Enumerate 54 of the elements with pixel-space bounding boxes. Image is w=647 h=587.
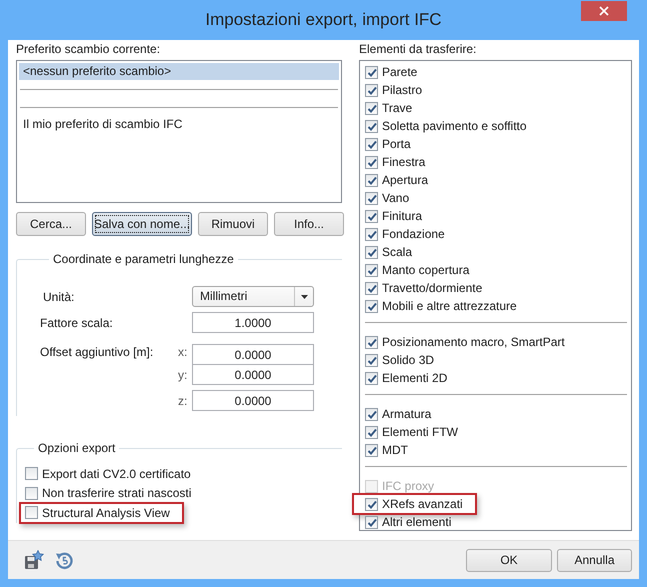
checkbox[interactable]: Armatura bbox=[365, 407, 432, 421]
field-label: Fattore scala: bbox=[40, 316, 114, 330]
list-label: Elementi da trasferire: bbox=[359, 41, 478, 57]
checkbox[interactable]: Solido 3D bbox=[365, 353, 434, 367]
group-title: Coordinate e parametri lunghezze bbox=[52, 251, 235, 267]
action-button[interactable]: Info... bbox=[274, 212, 344, 236]
checkbox[interactable]: Mobili e altre attrezzature bbox=[365, 299, 517, 313]
checkbox[interactable]: Finestra bbox=[365, 155, 426, 169]
checkbox[interactable]: Apertura bbox=[365, 173, 428, 187]
input-field[interactable]: 1.0000 bbox=[192, 312, 314, 333]
circular-arrow-icon[interactable] bbox=[54, 550, 74, 570]
checkbox[interactable]: Travetto/dormiente bbox=[365, 281, 482, 295]
checkbox[interactable]: MDT bbox=[365, 443, 408, 457]
checkbox[interactable]: Fondazione bbox=[365, 227, 445, 241]
checkbox[interactable]: Export dati CV2.0 certificato bbox=[25, 466, 191, 481]
field-label: Unità: bbox=[42, 290, 76, 304]
checkbox[interactable]: Vano bbox=[365, 191, 410, 205]
unit-dropdown[interactable]: Millimetri bbox=[192, 286, 314, 307]
checkbox[interactable]: Structural Analysis View bbox=[25, 506, 170, 520]
input-field[interactable]: 0.0000 bbox=[192, 364, 314, 385]
checkbox[interactable]: Posizionamento macro, SmartPart bbox=[365, 335, 565, 349]
caret-icon bbox=[300, 294, 308, 298]
action-button[interactable]: Salva con nome... bbox=[92, 212, 192, 236]
checkbox[interactable]: Scala bbox=[365, 245, 412, 259]
floppy-star-icon[interactable] bbox=[24, 550, 44, 570]
field-label: Offset aggiuntivo [m]: bbox=[40, 344, 154, 358]
action-button[interactable]: Rimuovi bbox=[198, 212, 268, 236]
axis-label: x: bbox=[178, 344, 188, 358]
checkbox[interactable]: Altri elementi bbox=[365, 515, 452, 529]
close-icon bbox=[599, 6, 609, 16]
window-title: Impostazioni export, import IFC bbox=[205, 10, 442, 30]
axis-label: y: bbox=[178, 368, 188, 382]
group-title: Opzioni export bbox=[37, 440, 116, 456]
checkbox[interactable]: Elementi 2D bbox=[365, 371, 448, 385]
input-field[interactable]: 0.0000 bbox=[192, 344, 314, 365]
dialog-button[interactable]: OK bbox=[466, 548, 552, 572]
checkbox[interactable]: XRefs avanzati bbox=[365, 497, 463, 511]
axis-label: z: bbox=[178, 394, 188, 408]
checkbox[interactable]: Manto copertura bbox=[365, 263, 470, 277]
input-field[interactable]: 0.0000 bbox=[192, 390, 314, 411]
checkbox[interactable]: Elementi FTW bbox=[365, 425, 458, 439]
checkbox[interactable]: Pilastro bbox=[365, 83, 422, 97]
close-button[interactable] bbox=[581, 1, 627, 21]
action-button[interactable]: Cerca... bbox=[16, 212, 86, 236]
list-item[interactable]: <nessun preferito scambio> bbox=[19, 63, 339, 80]
checkbox[interactable]: Trave bbox=[365, 101, 412, 115]
checkbox[interactable]: Parete bbox=[365, 65, 418, 79]
list-item[interactable]: Il mio preferito di scambio IFC bbox=[19, 116, 339, 133]
checkbox[interactable]: Finitura bbox=[365, 209, 422, 223]
dialog-button[interactable]: Annulla bbox=[557, 548, 632, 572]
list-label: Preferito scambio corrente: bbox=[16, 41, 162, 57]
checkbox[interactable]: Soletta pavimento e soffitto bbox=[365, 119, 527, 133]
checkbox[interactable]: Non trasferire strati nascosti bbox=[25, 486, 192, 500]
checkbox[interactable]: Porta bbox=[365, 137, 411, 151]
